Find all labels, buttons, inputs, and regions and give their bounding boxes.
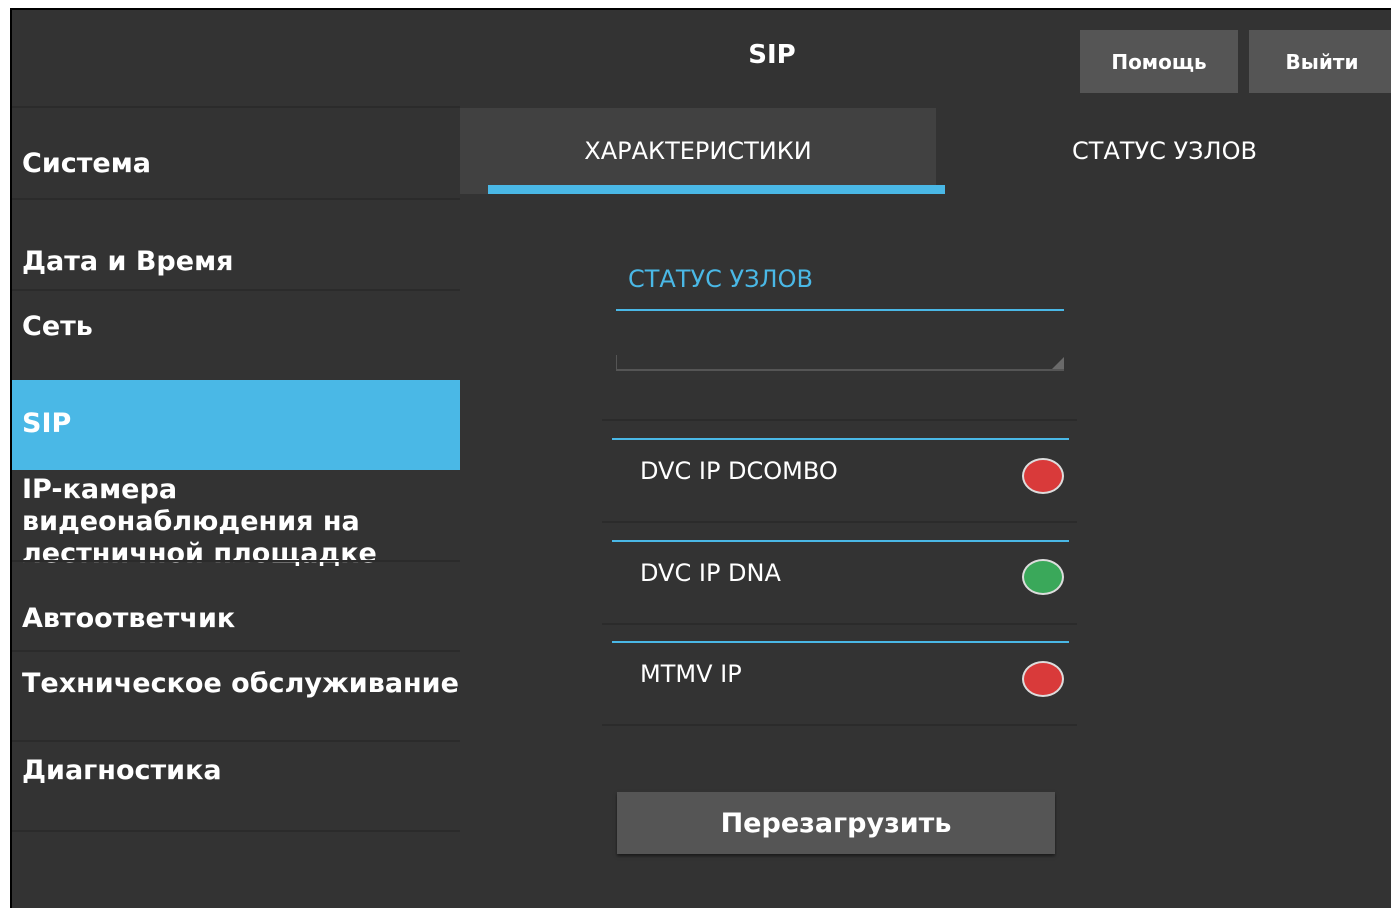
list-divider [602, 623, 1077, 625]
sidebar-divider [12, 106, 460, 108]
app-window: SIP Помощь Выйти Система Дата и Время Се… [10, 8, 1391, 908]
sidebar-divider [12, 650, 460, 652]
list-divider [602, 419, 1077, 421]
list-divider [602, 724, 1077, 726]
section-divider [616, 309, 1064, 311]
status-textarea[interactable] [616, 355, 1064, 371]
page-title: SIP [748, 40, 796, 70]
status-indicator-red [1022, 661, 1064, 697]
node-name: DVC IP DNA [640, 559, 781, 587]
reboot-button[interactable]: Перезагрузить [617, 792, 1055, 854]
list-divider [602, 521, 1077, 523]
status-indicator-red [1022, 458, 1064, 494]
tab-node-status[interactable]: СТАТУС УЗЛОВ [936, 108, 1391, 194]
sidebar-item-system[interactable]: Система [12, 148, 460, 180]
row-divider [612, 438, 1069, 440]
active-tab-indicator [488, 185, 945, 194]
section-title: СТАТУС УЗЛОВ [628, 265, 813, 293]
tab-characteristics[interactable]: ХАРАКТЕРИСТИКИ [460, 108, 936, 194]
sidebar-item-ip-camera[interactable]: IP-камера видеонаблюдения на лестничной … [12, 474, 472, 570]
sidebar-item-datetime[interactable]: Дата и Время [12, 246, 460, 278]
sidebar-item-maintenance[interactable]: Техническое обслуживание [12, 668, 460, 700]
node-name: MTMV IP [640, 660, 742, 688]
sidebar-divider [12, 830, 460, 832]
sidebar-item-sip[interactable]: SIP [12, 380, 460, 470]
status-indicator-green [1022, 559, 1064, 595]
resize-handle-icon[interactable] [1052, 357, 1064, 369]
sidebar-item-answering-machine[interactable]: Автоответчик [12, 603, 460, 635]
row-divider [612, 540, 1069, 542]
exit-button[interactable]: Выйти [1249, 30, 1391, 93]
sidebar-item-network[interactable]: Сеть [12, 311, 460, 343]
tab-bar: ХАРАКТЕРИСТИКИ СТАТУС УЗЛОВ [460, 108, 1391, 194]
node-name: DVC IP DCOMBO [640, 457, 838, 485]
sidebar-divider [12, 740, 460, 742]
help-button[interactable]: Помощь [1080, 30, 1238, 93]
sidebar-divider [12, 560, 460, 562]
sidebar-divider [12, 198, 460, 200]
row-divider [612, 641, 1069, 643]
sidebar-item-diagnostics[interactable]: Диагностика [12, 755, 460, 787]
sidebar-divider [12, 289, 460, 291]
